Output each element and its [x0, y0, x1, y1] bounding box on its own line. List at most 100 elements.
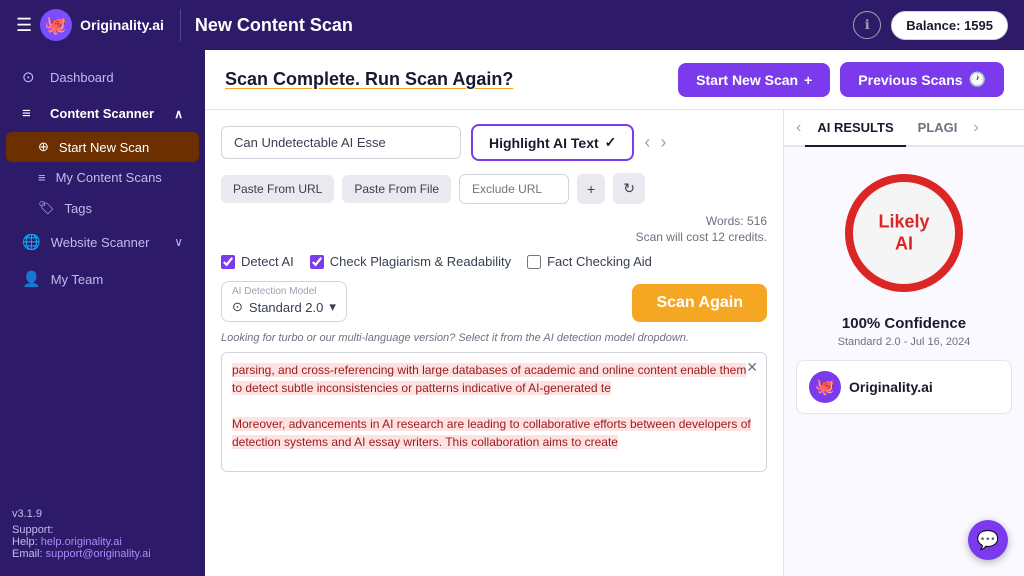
- nav-left-arrow[interactable]: ‹: [644, 132, 650, 153]
- sidebar-item-label: Website Scanner: [51, 235, 150, 250]
- nav-section-main: ⊙ Dashboard ≡ Content Scanner ∧ ⊕ Start …: [0, 50, 205, 306]
- model-value: Standard 2.0: [249, 300, 323, 315]
- sidebar-item-my-team[interactable]: 👤 My Team: [6, 261, 199, 297]
- email-link[interactable]: support@originality.ai: [46, 548, 151, 560]
- sidebar-subitem-start-new-scan[interactable]: ⊕ Start New Scan: [6, 132, 199, 162]
- nav-right-arrow[interactable]: ›: [660, 132, 666, 153]
- sidebar-item-label: Content Scanner: [50, 106, 154, 121]
- plagiarism-checkbox-label[interactable]: Check Plagiarism & Readability: [310, 254, 511, 269]
- hamburger-icon[interactable]: ☰: [16, 15, 32, 36]
- info-button[interactable]: ℹ: [853, 11, 881, 39]
- email-link-row: Email: support@originality.ai: [12, 548, 193, 560]
- model-select[interactable]: ⊙ Standard 2.0 ▾: [232, 299, 336, 315]
- content-area: Highlight AI Text ✓ ‹ › Paste From URL P…: [205, 110, 1024, 576]
- fact-checking-checkbox[interactable]: [527, 255, 541, 269]
- balance-badge: Balance: 1595: [891, 11, 1008, 40]
- team-icon: 👤: [22, 270, 41, 288]
- checkbox-row: Detect AI Check Plagiarism & Readability…: [221, 254, 767, 269]
- tag-icon: 🏷: [38, 200, 55, 216]
- model-icon: ⊙: [232, 299, 243, 315]
- detect-ai-checkbox-label[interactable]: Detect AI: [221, 254, 294, 269]
- ai-result-content: Likely AI 100% Confidence Standard 2.0 -…: [784, 147, 1024, 426]
- tab-ai-results[interactable]: AI RESULTS: [805, 110, 905, 147]
- gauge-line1: Likely: [878, 211, 929, 233]
- paste-from-url-button[interactable]: Paste From URL: [221, 175, 334, 203]
- url-row: Paste From URL Paste From File + ↻: [221, 173, 767, 204]
- sidebar-item-label: My Team: [51, 272, 104, 287]
- credit-cost: Scan will cost 12 credits.: [221, 230, 767, 244]
- plagiarism-checkbox[interactable]: [310, 255, 324, 269]
- chevron-down-icon: ∨: [174, 235, 183, 249]
- gauge-label: Likely AI: [878, 211, 929, 254]
- exclude-url-input[interactable]: [459, 174, 569, 204]
- support-section: Support:: [12, 524, 193, 536]
- close-button[interactable]: ✕: [746, 359, 758, 376]
- sidebar-item-website-scanner[interactable]: 🌐 Website Scanner ∨: [6, 224, 199, 260]
- sidebar-subitem-tags[interactable]: 🏷 Tags: [6, 193, 199, 223]
- sidebar-item-content-scanner[interactable]: ≡ Content Scanner ∧: [6, 96, 199, 131]
- tab-left-arrow[interactable]: ‹: [792, 111, 805, 145]
- confidence-sub: Standard 2.0 - Jul 16, 2024: [838, 336, 971, 348]
- confidence-label: 100% Confidence: [842, 315, 966, 332]
- paste-from-file-button[interactable]: Paste From File: [342, 175, 451, 203]
- highlight-label: Highlight AI Text: [489, 135, 599, 151]
- brand-section: ☰ 🐙 Originality.ai: [16, 9, 181, 41]
- topbar-actions: Start New Scan + Previous Scans 🕐: [678, 62, 1004, 97]
- content-scanner-icon: ≡: [22, 105, 40, 122]
- orig-logo-text: Originality.ai: [849, 379, 933, 395]
- clock-icon: 🕐: [969, 71, 986, 88]
- logo-icon: 🐙: [40, 9, 72, 41]
- text-content-box: ✕ parsing, and cross-referencing with la…: [221, 352, 767, 472]
- start-scan-label: Start New Scan: [696, 72, 798, 88]
- originality-logo-area: 🐙 Originality.ai: [796, 360, 1012, 414]
- fact-checking-checkbox-label[interactable]: Fact Checking Aid: [527, 254, 652, 269]
- scan-topbar: Scan Complete. Run Scan Again? Start New…: [205, 50, 1024, 110]
- tab-right-arrow[interactable]: ›: [969, 111, 982, 145]
- detect-ai-label: Detect AI: [241, 254, 294, 269]
- highlight-ai-text-button[interactable]: Highlight AI Text ✓: [471, 124, 634, 161]
- result-tabs: ‹ AI RESULTS PLAGI ›: [784, 110, 1024, 147]
- right-panel: ‹ AI RESULTS PLAGI ›: [784, 110, 1024, 576]
- chevron-up-icon: ∧: [174, 107, 183, 121]
- scan-complete-title: Scan Complete. Run Scan Again?: [225, 69, 513, 90]
- sidebar-subitem-label: Tags: [65, 201, 92, 216]
- rotate-button[interactable]: ↻: [613, 173, 645, 204]
- sidebar-item-dashboard[interactable]: ⊙ Dashboard: [6, 59, 199, 95]
- help-link-row: Help: help.originality.ai: [12, 536, 193, 548]
- sidebar-item-label: Dashboard: [50, 70, 114, 85]
- plus-circle-icon: ⊕: [38, 139, 49, 155]
- model-hint: Looking for turbo or our multi-language …: [221, 332, 767, 344]
- scan-again-button[interactable]: Scan Again: [632, 284, 767, 322]
- text-content-1: parsing, and cross-referencing with larg…: [232, 363, 746, 395]
- word-count: Words: 516: [221, 214, 767, 228]
- website-scanner-icon: 🌐: [22, 233, 41, 251]
- dashboard-icon: ⊙: [22, 68, 40, 86]
- list-icon: ≡: [38, 170, 46, 185]
- brand-name: Originality.ai: [80, 17, 164, 33]
- plagiarism-label: Check Plagiarism & Readability: [330, 254, 511, 269]
- text-content-2: Moreover, advancements in AI research ar…: [232, 417, 751, 449]
- previous-scans-button[interactable]: Previous Scans 🕐: [840, 62, 1004, 97]
- sidebar-subitem-my-content-scans[interactable]: ≡ My Content Scans: [6, 163, 199, 192]
- start-new-scan-button[interactable]: Start New Scan +: [678, 63, 830, 97]
- topbar-right: ℹ Balance: 1595: [853, 11, 1008, 40]
- main-content: Scan Complete. Run Scan Again? Start New…: [205, 50, 1024, 576]
- add-url-button[interactable]: +: [577, 174, 605, 204]
- orig-logo-icon: 🐙: [809, 371, 841, 403]
- app-topbar: ☰ 🐙 Originality.ai New Content Scan ℹ Ba…: [0, 0, 1024, 50]
- help-link[interactable]: help.originality.ai: [41, 536, 122, 548]
- chat-bubble[interactable]: 💬: [968, 520, 1008, 560]
- sidebar-subitem-label: My Content Scans: [56, 170, 162, 185]
- gauge-container: Likely AI: [834, 163, 974, 303]
- checkmark-icon: ✓: [605, 134, 617, 151]
- version-text: v3.1.9: [12, 508, 193, 520]
- prev-scans-label: Previous Scans: [858, 72, 962, 88]
- model-group-label: AI Detection Model: [232, 286, 336, 297]
- model-group: AI Detection Model ⊙ Standard 2.0 ▾: [221, 281, 347, 322]
- chat-icon: 💬: [977, 530, 999, 551]
- tab-plagi[interactable]: PLAGI: [906, 110, 970, 147]
- model-row: AI Detection Model ⊙ Standard 2.0 ▾ Scan…: [221, 281, 767, 322]
- content-text-input[interactable]: [221, 126, 461, 159]
- left-panel: Highlight AI Text ✓ ‹ › Paste From URL P…: [205, 110, 784, 576]
- detect-ai-checkbox[interactable]: [221, 255, 235, 269]
